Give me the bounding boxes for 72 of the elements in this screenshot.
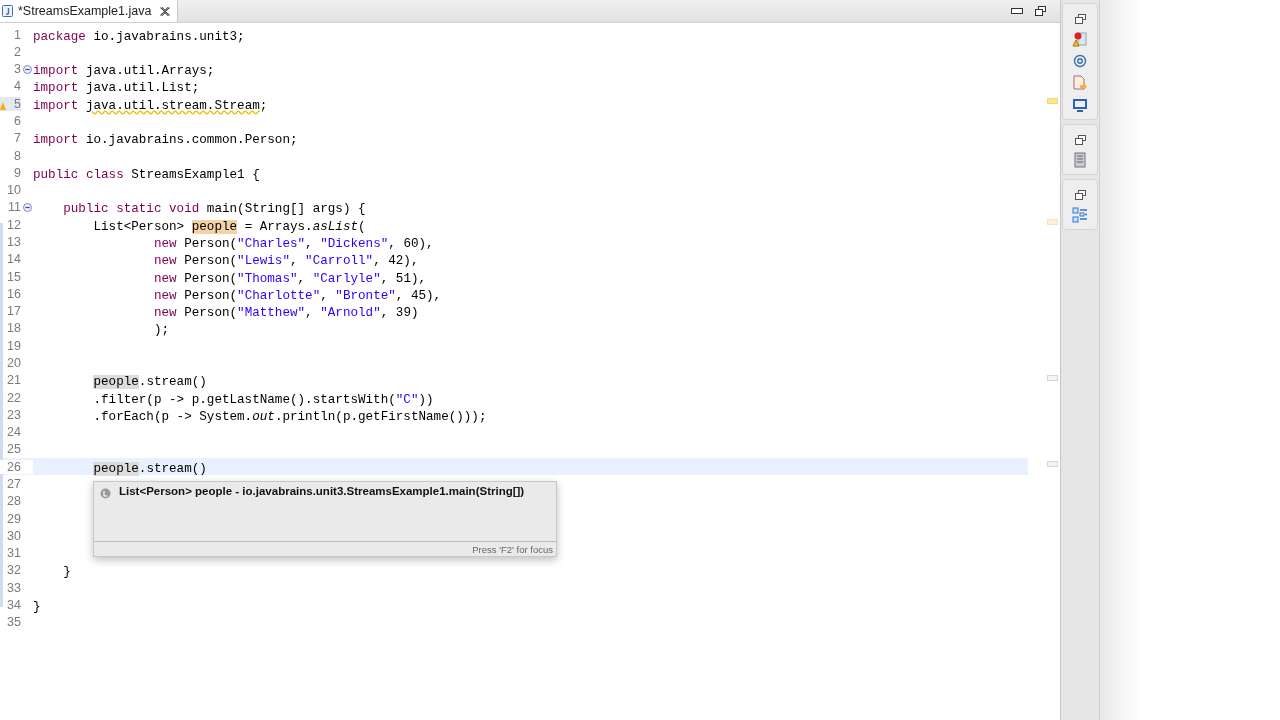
line-number: 13 (6, 235, 21, 249)
code-line: people.stream() (92, 461, 207, 476)
line-number: 28 (6, 494, 21, 509)
code-line: new Person("Matthew", "Arnold", 39) (152, 306, 419, 321)
editor-tab[interactable]: *StreamsExample1.java (0, 0, 179, 22)
code-line: import io.javabrains.common.Person; (33, 133, 298, 148)
line-number: 18 (6, 321, 21, 336)
code-line: new Person("Lewis", "Carroll", 42), (152, 254, 419, 269)
line-number: 17 (6, 304, 21, 319)
line-number: 35 (6, 615, 21, 630)
line-number: 30 (6, 528, 21, 543)
collapse-icon[interactable] (22, 64, 32, 74)
line-number: 25 (6, 442, 21, 457)
code-line: public class StreamsExample1 { (33, 167, 260, 182)
line-number: 29 (6, 511, 21, 526)
line-number: 11 (7, 200, 21, 215)
line-number: 22 (6, 390, 21, 405)
line-number: 10 (6, 183, 21, 198)
line-number: 34 (6, 597, 21, 612)
code-line: people.stream() (92, 375, 207, 390)
line-number: 2 (13, 44, 21, 59)
line-number: 7 (13, 131, 21, 146)
code-line: public static void main(String[] args) { (62, 202, 366, 217)
focus-hint: Press 'F2' for focus (472, 543, 553, 555)
restore-icon[interactable] (1074, 14, 1086, 24)
java-file-icon (2, 5, 13, 17)
at-sign-icon[interactable] (1073, 54, 1087, 68)
line-number: 8 (13, 148, 21, 163)
code-line: .forEach(p -> System.out.println(p.getFirstName())); (92, 409, 487, 424)
line-number: 12 (6, 217, 21, 232)
line-number: 1 (13, 27, 21, 42)
restore-icon[interactable] (1035, 6, 1046, 16)
line-number: 9 (13, 165, 21, 180)
code-line: } (33, 599, 41, 614)
collapse-icon[interactable] (22, 202, 32, 212)
code-line: .filter(p -> p.getLastName().startsWith("C")) (92, 392, 434, 407)
line-number: 24 (6, 425, 21, 440)
code-line: } (62, 565, 71, 580)
line-number: 27 (6, 476, 21, 491)
local-variable-icon (100, 488, 111, 499)
code-line: new Person("Charlotte", "Bronte", 45), (152, 288, 442, 303)
code-line: new Person("Charles", "Dickens", 60), (152, 237, 434, 251)
outline-icon[interactable] (1072, 207, 1088, 223)
breakpoints-icon[interactable] (1072, 31, 1088, 47)
line-number: 14 (6, 252, 21, 267)
code-line: import java.util.List; (33, 81, 200, 96)
code-line: new Person("Thomas", "Carlyle", 51), (152, 271, 427, 286)
line-number: 19 (6, 338, 21, 353)
restore-icon[interactable] (1074, 135, 1086, 145)
restore-icon[interactable] (1074, 190, 1086, 200)
signature-text: List<Person> people - io.javabrains.unit3.StreamsExample1.main(String[]) (119, 485, 525, 497)
line-number: 31 (6, 546, 21, 561)
line-number: 26 (6, 459, 21, 474)
code-line: import java.util.stream.Stream; (33, 98, 268, 113)
line-number: 15 (6, 269, 21, 284)
code-line: package io.javabrains.unit3; (33, 29, 245, 44)
monitor-icon[interactable] (1072, 98, 1088, 113)
line-number: 33 (6, 580, 21, 595)
line-number: 23 (6, 407, 21, 422)
line-number: 16 (6, 286, 21, 301)
line-number: 32 (6, 563, 21, 578)
code-line: import java.util.Arrays; (33, 64, 215, 79)
line-number: 6 (13, 114, 21, 129)
close-icon[interactable] (159, 5, 172, 17)
line-number: 20 (6, 356, 21, 370)
code-line: List<Person> people = Arrays.asList( (92, 219, 366, 234)
tab-title: *StreamsExample1.java (18, 4, 152, 18)
line-number: 3 (13, 62, 21, 77)
minimize-icon[interactable] (1011, 8, 1023, 14)
line-number: 21 (6, 373, 21, 388)
code-line: ); (152, 323, 170, 338)
line-number: 4 (13, 79, 21, 94)
